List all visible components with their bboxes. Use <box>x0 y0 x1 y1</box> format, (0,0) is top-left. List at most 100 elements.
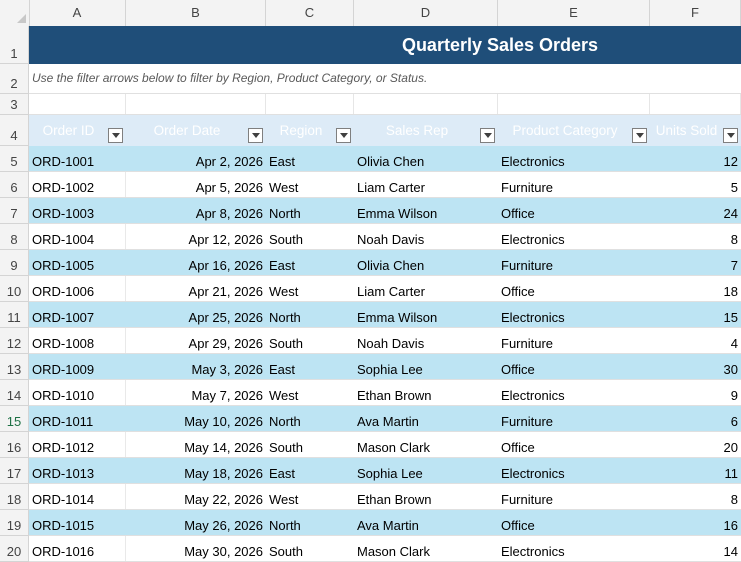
cell-order-date[interactable]: Apr 12, 2026 <box>126 224 266 249</box>
cell-units-sold[interactable]: 14 <box>650 536 741 561</box>
column-header-d[interactable]: D <box>354 0 498 26</box>
cell-order-id[interactable]: ORD-1011 <box>29 406 126 431</box>
cell-units-sold[interactable]: 12 <box>650 146 741 171</box>
header-order-date[interactable]: Order Date <box>126 115 266 146</box>
cell-sales-rep[interactable]: Olivia Chen <box>354 146 498 171</box>
cell-units-sold[interactable]: 4 <box>650 328 741 353</box>
cell-region[interactable]: North <box>266 198 354 223</box>
cell-sales-rep[interactable]: Ava Martin <box>354 406 498 431</box>
cell-sales-rep[interactable]: Liam Carter <box>354 172 498 197</box>
header-product-category[interactable]: Product Category <box>498 115 650 146</box>
cell-order-date[interactable]: Apr 21, 2026 <box>126 276 266 301</box>
row-header[interactable]: 2 <box>0 64 29 94</box>
cell-product-category[interactable]: Office <box>498 510 650 535</box>
row-header[interactable]: 15 <box>0 406 29 432</box>
cell-order-id[interactable]: ORD-1015 <box>29 510 126 535</box>
cell-product-category[interactable]: Electronics <box>498 224 650 249</box>
filter-button-region[interactable] <box>336 128 351 143</box>
cell-sales-rep[interactable]: Ethan Brown <box>354 380 498 405</box>
row-header[interactable]: 19 <box>0 510 29 536</box>
cell-region[interactable]: North <box>266 510 354 535</box>
cell-units-sold[interactable]: 30 <box>650 354 741 379</box>
cell-units-sold[interactable]: 20 <box>650 432 741 457</box>
row-header[interactable]: 17 <box>0 458 29 484</box>
column-header-c[interactable]: C <box>266 0 354 26</box>
cell-sales-rep[interactable]: Emma Wilson <box>354 302 498 327</box>
cell-region[interactable]: West <box>266 484 354 509</box>
cell-order-date[interactable]: Apr 29, 2026 <box>126 328 266 353</box>
cell-order-id[interactable]: ORD-1012 <box>29 432 126 457</box>
cell-product-category[interactable]: Electronics <box>498 380 650 405</box>
cell-order-date[interactable]: May 26, 2026 <box>126 510 266 535</box>
column-header-b[interactable]: B <box>126 0 266 26</box>
column-header-f[interactable]: F <box>650 0 741 26</box>
row-header[interactable]: 16 <box>0 432 29 458</box>
cell-sales-rep[interactable]: Ava Martin <box>354 510 498 535</box>
row-header[interactable]: 7 <box>0 198 29 224</box>
row-header[interactable]: 14 <box>0 380 29 406</box>
cell-product-category[interactable]: Electronics <box>498 458 650 483</box>
cell-product-category[interactable]: Furniture <box>498 484 650 509</box>
cell-region[interactable]: West <box>266 380 354 405</box>
row-header[interactable]: 18 <box>0 484 29 510</box>
cell-product-category[interactable]: Office <box>498 198 650 223</box>
header-sales-rep[interactable]: Sales Rep <box>354 115 498 146</box>
cell-product-category[interactable]: Office <box>498 276 650 301</box>
cell-product-category[interactable]: Furniture <box>498 250 650 275</box>
cell-order-id[interactable]: ORD-1002 <box>29 172 126 197</box>
cell-region[interactable]: South <box>266 224 354 249</box>
cell-order-id[interactable]: ORD-1014 <box>29 484 126 509</box>
cell-order-id[interactable]: ORD-1007 <box>29 302 126 327</box>
cell-product-category[interactable]: Furniture <box>498 406 650 431</box>
cell-order-date[interactable]: May 7, 2026 <box>126 380 266 405</box>
cell-region[interactable]: South <box>266 328 354 353</box>
sheet-title[interactable]: Quarterly Sales Orders <box>29 26 741 64</box>
cell-order-id[interactable]: ORD-1003 <box>29 198 126 223</box>
cell-units-sold[interactable]: 7 <box>650 250 741 275</box>
cell-region[interactable]: South <box>266 536 354 561</box>
cell-product-category[interactable]: Electronics <box>498 302 650 327</box>
cell-product-category[interactable]: Electronics <box>498 146 650 171</box>
cell-product-category[interactable]: Office <box>498 432 650 457</box>
row-header[interactable]: 13 <box>0 354 29 380</box>
cell-order-date[interactable]: May 22, 2026 <box>126 484 266 509</box>
row-header[interactable]: 20 <box>0 536 29 562</box>
cell-sales-rep[interactable]: Liam Carter <box>354 276 498 301</box>
cell-units-sold[interactable]: 5 <box>650 172 741 197</box>
cell-sales-rep[interactable]: Ethan Brown <box>354 484 498 509</box>
cell-order-id[interactable]: ORD-1004 <box>29 224 126 249</box>
filter-instructions[interactable]: Use the filter arrows below to filter by… <box>29 64 741 93</box>
cell-order-id[interactable]: ORD-1009 <box>29 354 126 379</box>
cell-product-category[interactable]: Furniture <box>498 328 650 353</box>
row-header[interactable]: 3 <box>0 94 29 115</box>
cell-order-id[interactable]: ORD-1008 <box>29 328 126 353</box>
cell-units-sold[interactable]: 15 <box>650 302 741 327</box>
row-header[interactable]: 6 <box>0 172 29 198</box>
cell-units-sold[interactable]: 8 <box>650 224 741 249</box>
cell-order-date[interactable]: May 14, 2026 <box>126 432 266 457</box>
cell-units-sold[interactable]: 6 <box>650 406 741 431</box>
cell-order-date[interactable]: Apr 2, 2026 <box>126 146 266 171</box>
row-header[interactable]: 10 <box>0 276 29 302</box>
cell-units-sold[interactable]: 8 <box>650 484 741 509</box>
cell-order-date[interactable]: Apr 16, 2026 <box>126 250 266 275</box>
cell-order-id[interactable]: ORD-1010 <box>29 380 126 405</box>
cell-region[interactable]: West <box>266 276 354 301</box>
cell-region[interactable]: North <box>266 302 354 327</box>
filter-button-sales-rep[interactable] <box>480 128 495 143</box>
cell-sales-rep[interactable]: Sophia Lee <box>354 354 498 379</box>
cell-order-date[interactable]: Apr 5, 2026 <box>126 172 266 197</box>
row-header[interactable]: 11 <box>0 302 29 328</box>
cell-order-date[interactable]: Apr 25, 2026 <box>126 302 266 327</box>
cell-order-id[interactable]: ORD-1006 <box>29 276 126 301</box>
row-header[interactable]: 8 <box>0 224 29 250</box>
cell-order-id[interactable]: ORD-1001 <box>29 146 126 171</box>
cell-region[interactable]: East <box>266 146 354 171</box>
cell-product-category[interactable]: Electronics <box>498 536 650 561</box>
cell-order-date[interactable]: May 10, 2026 <box>126 406 266 431</box>
cell-product-category[interactable]: Office <box>498 354 650 379</box>
cell-region[interactable]: West <box>266 172 354 197</box>
cell-sales-rep[interactable]: Mason Clark <box>354 536 498 561</box>
cell-region[interactable]: East <box>266 250 354 275</box>
cell-sales-rep[interactable]: Noah Davis <box>354 224 498 249</box>
